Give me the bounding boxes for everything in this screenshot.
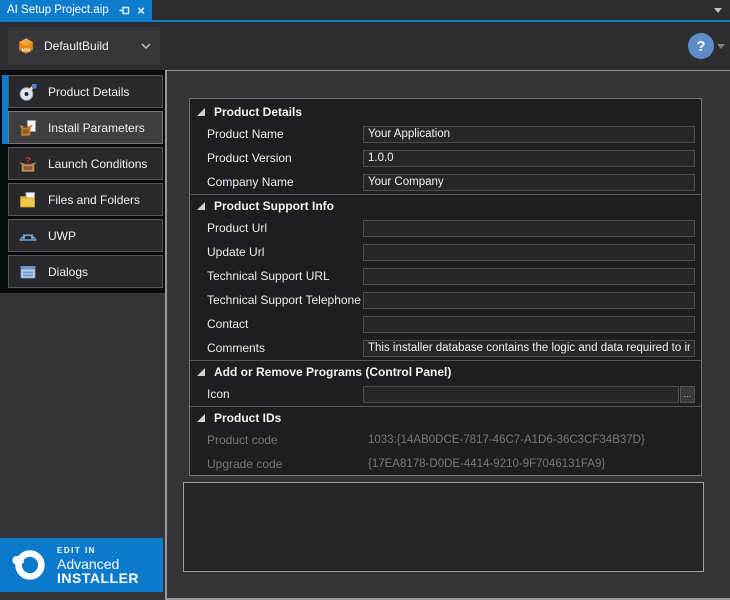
field-label: Technical Support URL <box>190 269 363 283</box>
build-configuration-label: DefaultBuild <box>44 39 132 53</box>
tab-strip: AI Setup Project.aip × <box>0 0 730 20</box>
files-and-folders-icon <box>19 191 37 209</box>
tab-title: AI Setup Project.aip <box>7 4 112 16</box>
close-icon[interactable]: × <box>137 4 145 17</box>
comments-input[interactable] <box>363 340 695 357</box>
contact-input[interactable] <box>363 316 695 333</box>
sidebar-nav: Product Details Install Parameters ? <box>8 75 163 291</box>
product-details-icon <box>19 83 37 101</box>
sidebar-item-label: UWP <box>48 229 76 243</box>
company-name-input[interactable] <box>363 174 695 191</box>
field-label: Update Url <box>190 245 363 259</box>
browse-icon-button[interactable]: ... <box>680 386 695 403</box>
help-label: ? <box>696 38 705 55</box>
sidebar-item-label: Product Details <box>48 85 129 99</box>
sidebar-item-label: Files and Folders <box>48 193 140 207</box>
field-label: Contact <box>190 317 363 331</box>
icon-path-input[interactable] <box>363 386 679 403</box>
branding-line2: Advanced <box>57 557 139 571</box>
field-row-comments: Comments <box>190 336 701 360</box>
advanced-installer-logo-icon <box>10 546 48 584</box>
sidebar-item-product-details[interactable]: Product Details <box>8 75 163 108</box>
sidebar-item-label: Launch Conditions <box>48 157 147 171</box>
collapse-triangle-icon <box>196 413 206 423</box>
field-label: Product Url <box>190 221 363 235</box>
field-label: Product Version <box>190 151 363 165</box>
field-row-contact: Contact <box>190 312 701 336</box>
collapse-triangle-icon <box>196 201 206 211</box>
toolbar: MSI DefaultBuild ? <box>0 22 730 70</box>
upgrade-code-value: {17EA8178-D0DE-4414-9210-9F7046131FA9} <box>363 458 605 470</box>
section-title: Product Details <box>214 105 302 119</box>
field-label: Company Name <box>190 175 363 189</box>
section-header[interactable]: Product IDs <box>190 407 701 428</box>
field-label: Upgrade code <box>190 457 363 471</box>
branding-line1: EDIT IN <box>57 546 139 555</box>
product-code-value: 1033:{14AB0DCE-7817-46C7-A1D6-36C3CF34B3… <box>363 434 645 446</box>
product-name-input[interactable] <box>363 126 695 143</box>
section-add-remove-programs: Add or Remove Programs (Control Panel) I… <box>190 360 701 406</box>
field-row-update-url: Update Url <box>190 240 701 264</box>
property-grid: Product Details Product Name Product Ver… <box>189 98 702 476</box>
document-tab[interactable]: AI Setup Project.aip × <box>0 0 152 20</box>
field-row-technical-support-url: Technical Support URL <box>190 264 701 288</box>
field-label: Icon <box>190 387 363 401</box>
technical-support-telephone-input[interactable] <box>363 292 695 309</box>
field-row-product-version: Product Version <box>190 146 701 170</box>
svg-text:MSI: MSI <box>22 47 31 53</box>
help-button[interactable]: ? <box>688 33 714 59</box>
product-version-input[interactable] <box>363 150 695 167</box>
update-url-input[interactable] <box>363 244 695 261</box>
section-title: Product Support Info <box>214 199 334 213</box>
field-label: Technical Support Telephone <box>190 293 363 307</box>
sidebar-item-files-and-folders[interactable]: Files and Folders <box>8 183 163 216</box>
collapse-triangle-icon <box>196 367 206 377</box>
field-row-upgrade-code: Upgrade code {17EA8178-D0DE-4414-9210-9F… <box>190 452 701 476</box>
section-product-support-info: Product Support Info Product Url Update … <box>190 194 701 360</box>
install-parameters-icon <box>19 119 37 137</box>
build-configuration-dropdown[interactable]: MSI DefaultBuild <box>8 27 160 65</box>
dialogs-icon <box>19 263 37 281</box>
msi-package-icon: MSI <box>17 37 35 55</box>
help-dropdown-icon[interactable] <box>717 44 725 49</box>
tab-list-dropdown-icon[interactable] <box>714 8 722 13</box>
description-panel <box>183 482 704 572</box>
section-product-details: Product Details Product Name Product Ver… <box>190 101 701 194</box>
sidebar-item-label: Install Parameters <box>48 121 145 135</box>
section-header[interactable]: Product Support Info <box>190 195 701 216</box>
sidebar-item-dialogs[interactable]: Dialogs <box>8 255 163 288</box>
advanced-installer-branding[interactable]: EDIT IN Advanced INSTALLER <box>0 538 163 592</box>
launch-conditions-icon: ? <box>19 155 37 173</box>
field-row-technical-support-telephone: Technical Support Telephone <box>190 288 701 312</box>
sidebar-item-label: Dialogs <box>48 265 88 279</box>
section-header[interactable]: Product Details <box>190 101 701 122</box>
uwp-icon <box>19 227 37 245</box>
field-row-product-code: Product code 1033:{14AB0DCE-7817-46C7-A1… <box>190 428 701 452</box>
field-label: Comments <box>190 341 363 355</box>
sidebar-item-uwp[interactable]: UWP <box>8 219 163 252</box>
sidebar-item-install-parameters[interactable]: Install Parameters <box>8 111 163 144</box>
technical-support-url-input[interactable] <box>363 268 695 285</box>
field-label: Product code <box>190 433 363 447</box>
sidebar: Product Details Install Parameters ? <box>0 70 165 600</box>
section-title: Product IDs <box>214 411 281 425</box>
branding-line3: INSTALLER <box>57 571 139 585</box>
field-row-product-url: Product Url <box>190 216 701 240</box>
sidebar-item-launch-conditions[interactable]: ? Launch Conditions <box>8 147 163 180</box>
section-header[interactable]: Add or Remove Programs (Control Panel) <box>190 361 701 382</box>
field-row-company-name: Company Name <box>190 170 701 194</box>
branding-text: EDIT IN Advanced INSTALLER <box>57 546 139 585</box>
pin-icon[interactable] <box>119 5 130 16</box>
field-label: Product Name <box>190 127 363 141</box>
collapse-triangle-icon <box>196 107 206 117</box>
field-row-product-name: Product Name <box>190 122 701 146</box>
section-product-ids: Product IDs Product code 1033:{14AB0DCE-… <box>190 406 701 476</box>
chevron-down-icon <box>141 43 151 50</box>
section-title: Add or Remove Programs (Control Panel) <box>214 365 451 379</box>
advanced-installer-window: AI Setup Project.aip × MSI DefaultBuild … <box>0 0 730 600</box>
product-url-input[interactable] <box>363 220 695 237</box>
main-pane: Product Details Product Name Product Ver… <box>167 70 730 600</box>
field-row-icon: Icon ... <box>190 382 701 406</box>
